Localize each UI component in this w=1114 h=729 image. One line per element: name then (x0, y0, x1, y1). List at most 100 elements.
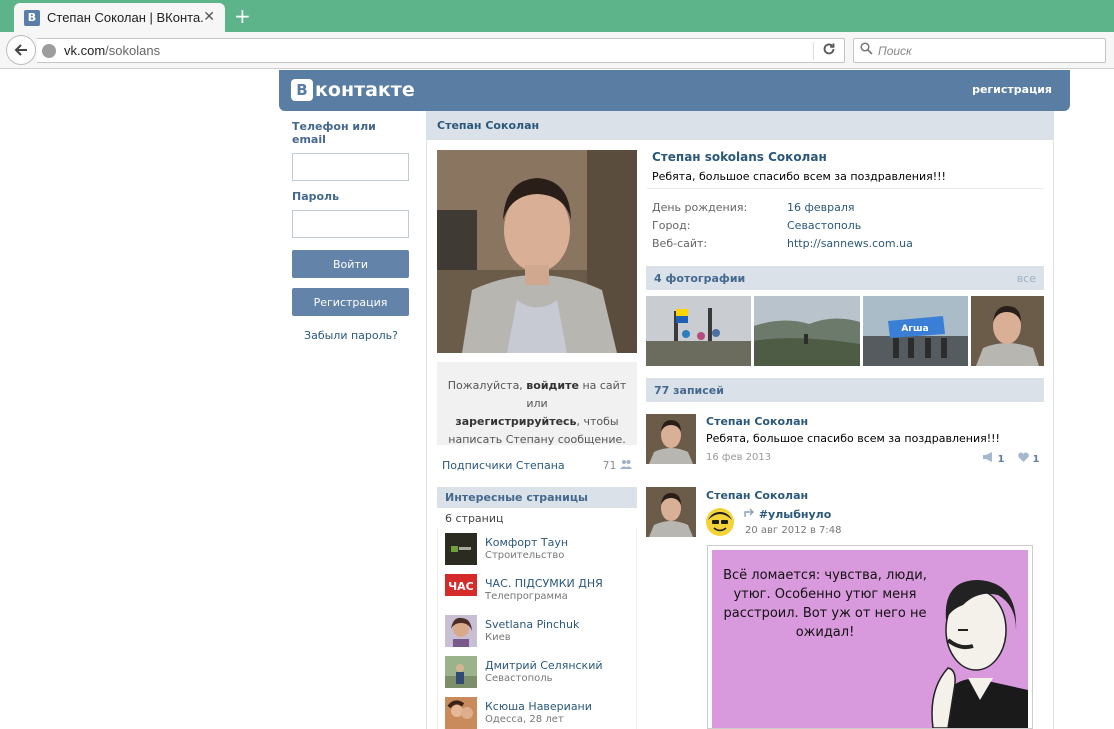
page-name: Svetlana Pinchuk (485, 618, 580, 631)
post-author[interactable]: Степан Соколан (706, 415, 808, 428)
subscribers-count: 71 (603, 459, 632, 472)
url-text: vk.com/sokolans (64, 43, 160, 58)
browser-toolbar: vk.com/sokolans Поиск (0, 32, 1114, 69)
message-login-link[interactable]: войдите (526, 379, 579, 392)
people-icon (620, 460, 632, 469)
message-login-prompt: Пожалуйста, войдите на сайт или зарегист… (437, 362, 637, 446)
subscribers-label: Подписчики Степана (442, 459, 565, 472)
subscribers-row[interactable]: Подписчики Степана 71 (442, 459, 632, 473)
address-bar[interactable]: vk.com/sokolans (37, 38, 845, 63)
info-label: Город: (652, 219, 691, 232)
vk-logo-text: контакте (315, 79, 415, 101)
svg-text:Агша: Агша (901, 324, 928, 334)
page-name: Комфорт Таун (485, 536, 569, 549)
megaphone-icon (983, 452, 992, 462)
browser-tab[interactable]: B Степан Соколан | ВКонта... ✕ (14, 3, 225, 32)
globe-icon (42, 43, 56, 58)
wall-header[interactable]: 77 записей (646, 378, 1044, 402)
browser-search-bar[interactable]: Поиск (853, 38, 1106, 63)
browser-tab-strip: B Степан Соколан | ВКонта... ✕ + (0, 0, 1114, 32)
heart-icon (1018, 452, 1029, 462)
list-item[interactable]: ЧАС ЧАС. ПІДСУМКИ ДНЯ Телепрограмма (445, 574, 635, 610)
photo-thumb[interactable] (646, 296, 751, 366)
info-label: Веб-сайт: (652, 237, 708, 250)
header-register-link[interactable]: регистрация (972, 83, 1052, 96)
post-avatar[interactable] (646, 487, 696, 537)
profile-full-name: Степан sokolans Соколан (652, 150, 827, 164)
repost-name: #улыбнуло (758, 508, 832, 521)
photos-all-link[interactable]: все (1017, 272, 1036, 285)
page-name: Дмитрий Селянский (485, 659, 603, 672)
reload-icon[interactable] (822, 42, 836, 60)
list-item[interactable]: Комфорт Таун Строительство (445, 533, 635, 569)
interesting-pages-header[interactable]: Интересные страницы (437, 487, 637, 508)
message-register-link[interactable]: зарегистрируйтесь (455, 415, 576, 428)
url-domain: vk.com (64, 43, 106, 58)
info-value[interactable]: http://sannews.com.ua (787, 237, 913, 250)
forgot-password-link[interactable]: Забыли пароль? (292, 329, 410, 342)
page-thumb (445, 697, 477, 729)
profile-page: Степан Соколан Пожалуйста, войдите на са… (426, 111, 1054, 729)
profile-avatar[interactable] (437, 150, 637, 353)
post-avatar[interactable] (646, 414, 696, 464)
svg-text:ЧАС: ЧАС (448, 580, 473, 593)
page-name: ЧАС. ПІДСУМКИ ДНЯ (485, 577, 603, 590)
info-city: Город: Севастополь (652, 219, 1042, 233)
back-arrow-icon (14, 44, 27, 56)
thinking-man-drawing (931, 580, 1028, 728)
info-value[interactable]: Севастополь (787, 219, 861, 232)
phone-input[interactable] (292, 153, 409, 181)
post-text: Ребята, большое спасибо всем за поздравл… (706, 432, 1000, 445)
password-input[interactable] (292, 210, 409, 238)
tab-title: Степан Соколан | ВКонта... (47, 10, 203, 25)
info-birthday: День рождения: 16 февраля (652, 201, 1042, 215)
post-date[interactable]: 16 фев 2013 (706, 452, 771, 463)
page-category: Одесса, 28 лет (485, 714, 564, 725)
page-thumb (445, 656, 477, 688)
repost-icon (744, 508, 754, 517)
repost-date[interactable]: 20 авг 2012 в 7:48 (745, 525, 842, 536)
vk-logo[interactable]: B контакте (291, 79, 415, 101)
password-label: Пароль (292, 190, 340, 203)
list-item[interactable]: Ксюша Навериани Одесса, 28 лет (445, 697, 635, 729)
phone-label: Телефон или email (292, 120, 376, 146)
post-share-button[interactable]: 1 (982, 452, 1004, 465)
repost-source[interactable]: #улыбнуло (744, 508, 831, 521)
back-button[interactable] (6, 35, 36, 65)
pages-count: 6 страниц (445, 512, 504, 525)
profile-status: Ребята, большое спасибо всем за поздравл… (652, 170, 946, 183)
photos-header[interactable]: 4 фотографии все (646, 266, 1044, 290)
login-form: Телефон или email Пароль Войти Регистрац… (292, 120, 410, 342)
post-author[interactable]: Степан Соколан (706, 489, 808, 502)
login-button[interactable]: Войти (292, 250, 409, 278)
smiley-icon[interactable] (706, 508, 734, 536)
info-value[interactable]: 16 февраля (787, 201, 855, 214)
photos-title: 4 фотографии (654, 271, 746, 285)
page-category: Строительство (485, 550, 565, 561)
page-thumb (445, 615, 477, 647)
meme-picture: Всё ломается: чувства, люди, утюг. Особе… (712, 550, 1028, 728)
search-placeholder: Поиск (878, 43, 912, 58)
message-prefix: Пожалуйста, (447, 379, 527, 392)
share-count: 1 (997, 454, 1005, 465)
page-name: Ксюша Навериани (485, 700, 592, 713)
close-tab-icon[interactable]: ✕ (203, 9, 215, 25)
page-category: Телепрограмма (485, 591, 568, 602)
like-count: 1 (1032, 454, 1040, 465)
list-item[interactable]: Svetlana Pinchuk Киев (445, 615, 635, 651)
register-button[interactable]: Регистрация (292, 288, 409, 316)
list-item[interactable]: Дмитрий Селянский Севастополь (445, 656, 635, 692)
post-image[interactable]: Всё ломается: чувства, люди, утюг. Особе… (707, 545, 1033, 729)
photo-thumb[interactable] (971, 296, 1044, 366)
page-title: Степан Соколан (427, 111, 1053, 140)
photo-thumb[interactable] (754, 296, 860, 366)
photo-thumb[interactable]: Агша (863, 296, 968, 366)
new-tab-icon[interactable]: + (234, 4, 251, 28)
page-category: Киев (485, 632, 511, 643)
page-category: Севастополь (485, 673, 553, 684)
vk-logo-icon: B (291, 79, 313, 101)
info-label: День рождения: (652, 201, 748, 214)
post-like-button[interactable]: 1 (1018, 452, 1039, 465)
interesting-pages-list: Комфорт Таун Строительство ЧАС ЧАС. ПІДС… (437, 528, 637, 729)
page-thumb (445, 533, 477, 565)
